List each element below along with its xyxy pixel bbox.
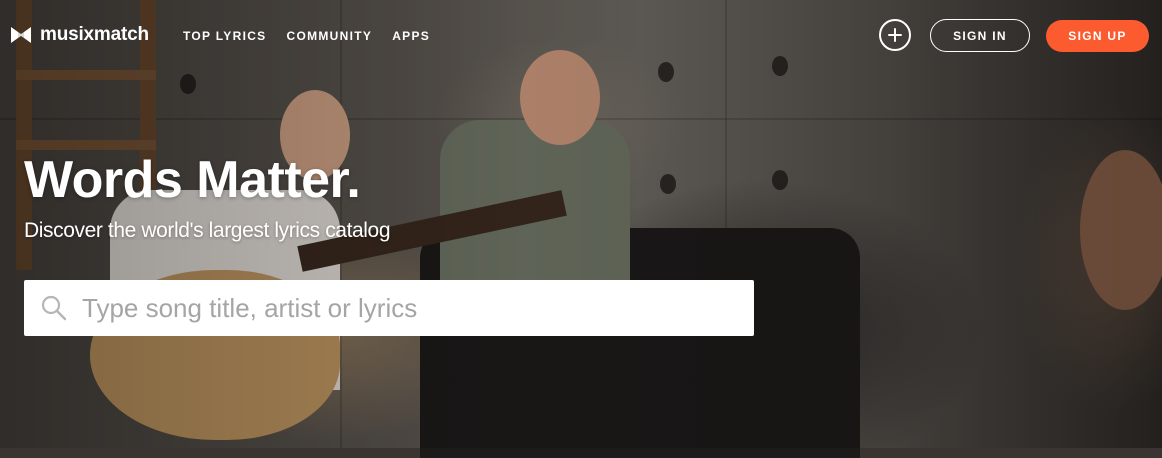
search-icon	[41, 295, 67, 321]
top-navigation: musixmatch TOP LYRICS COMMUNITY APPS SIG…	[0, 0, 1162, 72]
hero-subheadline: Discover the world's largest lyrics cata…	[24, 219, 391, 242]
nav-community-link[interactable]: COMMUNITY	[286, 29, 372, 43]
nav-apps-link[interactable]: APPS	[392, 29, 430, 43]
musixmatch-logo-icon	[11, 27, 31, 43]
add-lyrics-button[interactable]	[879, 19, 911, 51]
sign-in-button[interactable]: SIGN IN	[930, 19, 1030, 52]
nav-top-lyrics-link[interactable]: TOP LYRICS	[183, 29, 266, 43]
search-input[interactable]	[80, 291, 724, 325]
brand-logo[interactable]: musixmatch	[10, 24, 149, 46]
hero-headline: Words Matter.	[24, 151, 361, 209]
plus-icon	[888, 28, 902, 42]
brand-name: musixmatch	[40, 24, 149, 45]
main-nav-links: TOP LYRICS COMMUNITY APPS	[183, 29, 430, 43]
search-bar[interactable]	[24, 280, 754, 336]
sign-up-button[interactable]: SIGN UP	[1046, 20, 1149, 52]
